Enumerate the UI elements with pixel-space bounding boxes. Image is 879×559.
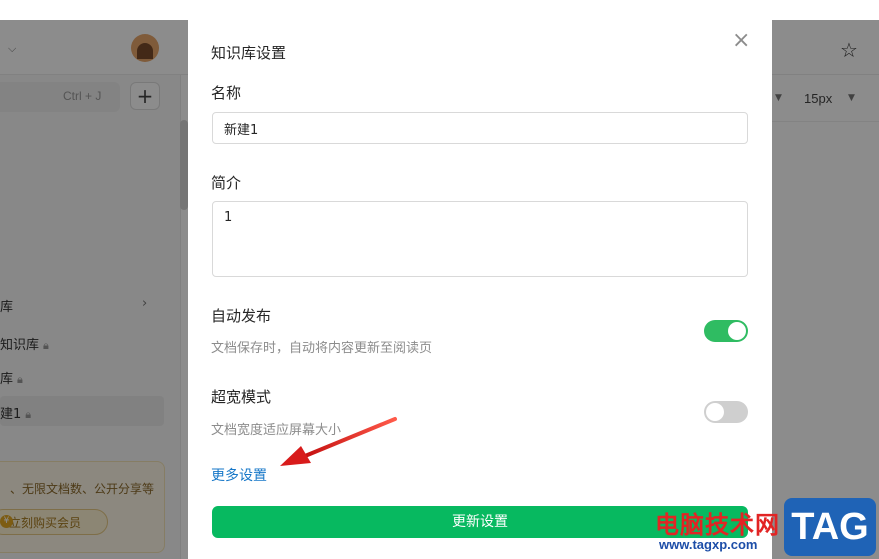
auto-publish-label: 自动发布 — [211, 307, 272, 325]
intro-textarea[interactable]: 1 — [212, 201, 748, 277]
wide-mode-label: 超宽模式 — [211, 388, 272, 406]
more-settings-link[interactable]: 更多设置 — [211, 465, 267, 485]
wide-mode-description: 文档宽度适应屏幕大小 — [211, 423, 342, 438]
toggle-knob — [728, 322, 746, 340]
close-icon[interactable]: × — [732, 28, 750, 53]
name-label: 名称 — [211, 84, 242, 102]
knowledge-base-settings-dialog: 知识库设置 × 名称 简介 1 自动发布 文档保存时，自动将内容更新至阅读页 超… — [188, 20, 772, 559]
window-top-strip — [0, 0, 879, 20]
intro-label: 简介 — [211, 174, 242, 192]
watermark-url: www.tagxp.com — [659, 537, 758, 552]
auto-publish-toggle[interactable] — [704, 320, 748, 342]
update-settings-label: 更新设置 — [452, 514, 508, 530]
wide-mode-toggle[interactable] — [704, 401, 748, 423]
watermark-logo: TAG — [784, 498, 876, 556]
toggle-knob — [706, 403, 724, 421]
auto-publish-description: 文档保存时，自动将内容更新至阅读页 — [211, 341, 433, 356]
watermark-site-name: 电脑技术网 — [655, 511, 780, 539]
dialog-title: 知识库设置 — [211, 44, 287, 62]
name-input[interactable] — [212, 112, 748, 144]
